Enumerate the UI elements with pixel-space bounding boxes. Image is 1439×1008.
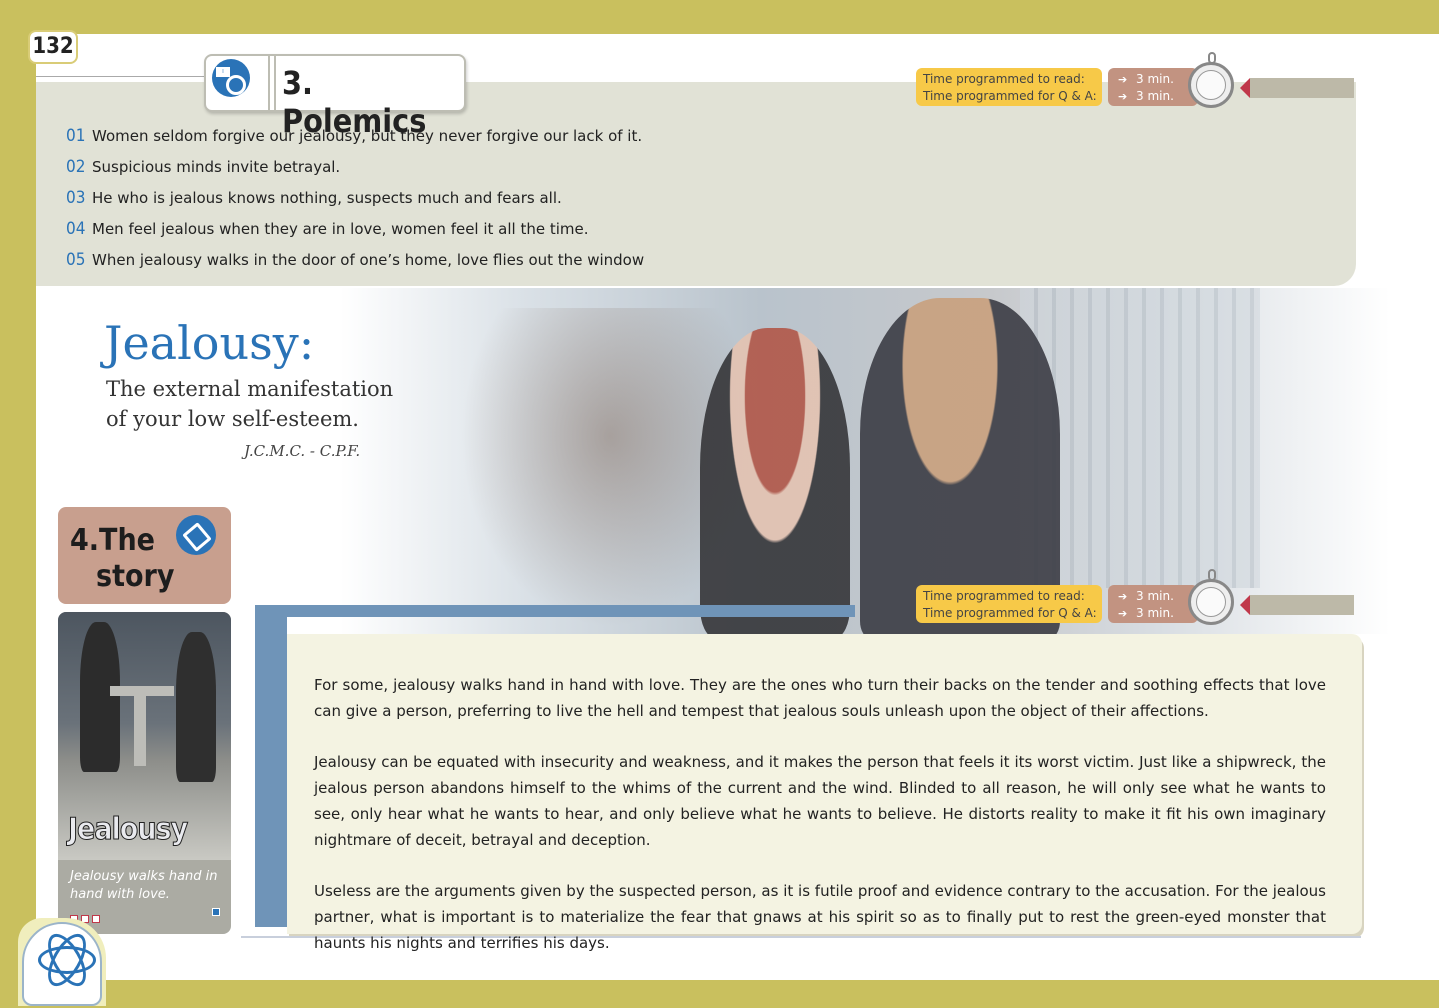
time-values: ➔ 3 min. ➔ 3 min. (1108, 68, 1198, 106)
story-paragraph: Useless are the arguments given by the s… (314, 882, 1326, 952)
polemics-title-box: I am... 3. Polemics (204, 54, 466, 140)
time-labels: Time programmed to read: Time programmed… (916, 68, 1102, 106)
story-paragraph: For some, jealousy walks hand in hand wi… (314, 676, 1326, 720)
quote-item: 03 He who is jealous knows nothing, suspe… (66, 187, 562, 208)
book-icon (176, 515, 216, 555)
page-number: 132 (28, 30, 78, 64)
i-am-icon: I am... (212, 59, 250, 97)
polemics-time-box: Time programmed to read: Time programmed… (916, 52, 1356, 112)
time-labels: Time programmed to read: Time programmed… (916, 585, 1102, 623)
stopwatch-icon (1188, 62, 1234, 108)
time-values: ➔ 3 min. ➔ 3 min. (1108, 585, 1198, 623)
quotes-list: 01 Women seldom forgive our jealousy, but… (66, 120, 644, 275)
stopwatch-icon (1188, 579, 1234, 625)
i-am-icon-text: I am... (216, 67, 230, 85)
time-read-value: 3 min. (1136, 72, 1174, 86)
story-time-box: Time programmed to read: Time programmed… (916, 569, 1356, 629)
quote-item: 02 Suspicious minds invite betrayal. (66, 156, 341, 177)
time-read-label: Time programmed to read: (923, 72, 1085, 86)
story-text: For some, jealousy walks hand in hand wi… (314, 672, 1326, 981)
feature-title: Jealousy: (104, 316, 315, 370)
quote-item: 05 When jealousy walks in the door of one… (66, 249, 645, 270)
atom-head-icon (18, 918, 106, 1006)
story-frame (255, 605, 855, 927)
couple-arguing-photo (340, 288, 1390, 634)
arrow-right-icon: ➔ (1118, 590, 1128, 603)
time-qa-label: Time programmed for Q & A: (923, 606, 1097, 620)
arrow-right-icon: ➔ (1118, 607, 1128, 620)
story-tab-line1: 4.The (70, 523, 155, 558)
time-qa-value: 3 min. (1136, 89, 1174, 103)
arrow-right-icon: ➔ (1118, 90, 1128, 103)
story-thumbnail[interactable]: Jealousy Jealousy walks hand in hand wit… (58, 612, 231, 934)
quote-item: 04 Men feel jealous when they are in love… (66, 218, 589, 239)
feature-subtitle: The external manifestation of your low s… (106, 377, 394, 431)
polemics-title: 3. Polemics (282, 64, 427, 140)
story-section-tab: 4.The story (58, 507, 231, 604)
nav-square-icon[interactable] (212, 908, 220, 916)
flag-marker (1240, 595, 1354, 615)
time-qa-label: Time programmed for Q & A: (923, 89, 1097, 103)
story-paragraph: Jealousy can be equated with insecurity … (314, 753, 1326, 849)
time-read-value: 3 min. (1136, 589, 1174, 603)
feature-author: J.C.M.C. - C.P.F. (244, 442, 361, 460)
flag-marker (1240, 78, 1354, 98)
arrow-right-icon: ➔ (1118, 73, 1128, 86)
story-tab-line2: story (96, 559, 175, 594)
time-read-label: Time programmed to read: (923, 589, 1085, 603)
time-qa-value: 3 min. (1136, 606, 1174, 620)
thumb-caption: Jealousy walks hand in hand with love. (70, 869, 218, 902)
thumb-title: Jealousy (67, 812, 188, 848)
